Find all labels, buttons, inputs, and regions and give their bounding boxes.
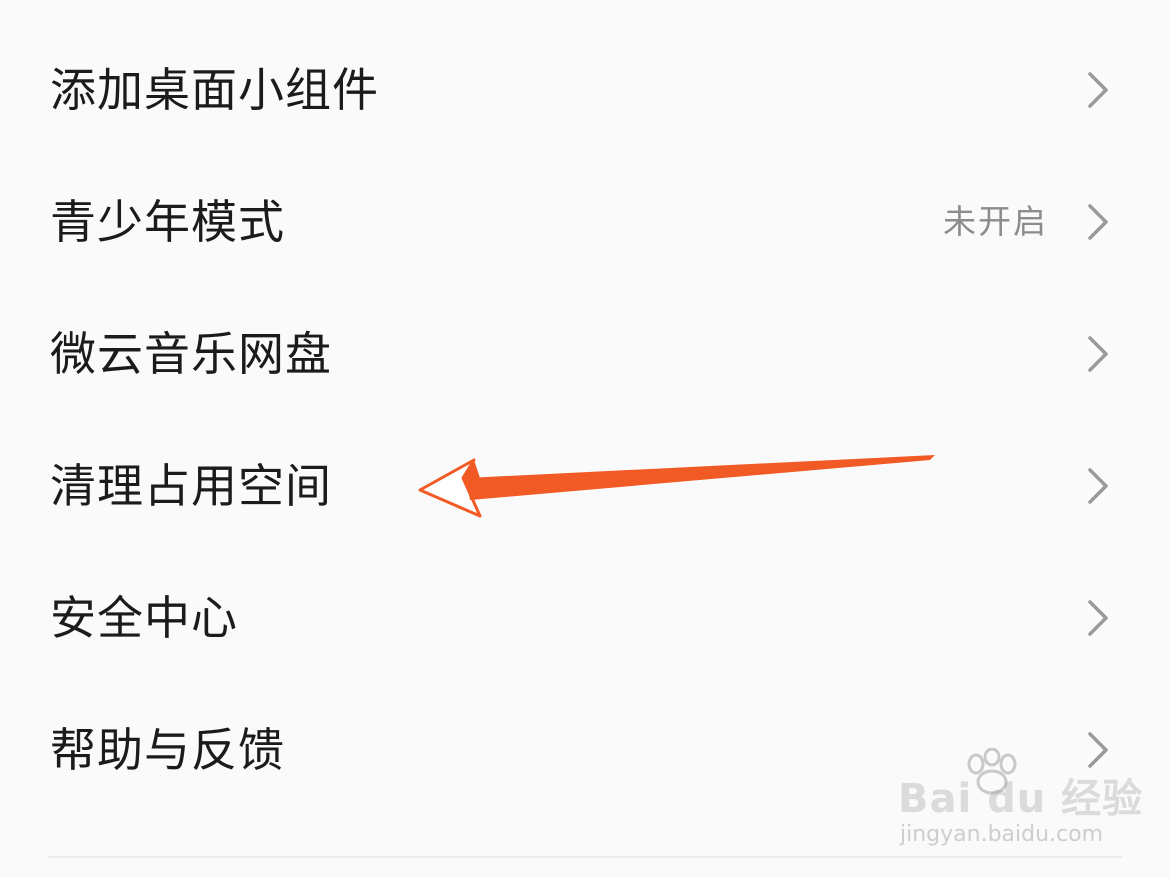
settings-item-security-center[interactable]: 安全中心 (0, 552, 1170, 684)
list-bottom-divider (48, 856, 1122, 858)
chevron-right-icon (1088, 468, 1108, 504)
settings-item-label: 安全中心 (50, 591, 238, 645)
settings-item-add-widget[interactable]: 添加桌面小组件 (0, 24, 1170, 156)
chevron-right-icon (1088, 600, 1108, 636)
settings-item-cloud-music-drive[interactable]: 微云音乐网盘 (0, 288, 1170, 420)
settings-item-label: 微云音乐网盘 (50, 327, 332, 381)
settings-list: 添加桌面小组件 青少年模式 未开启 微云音乐网盘 清理占用空间 安全中心 帮助与… (0, 0, 1170, 877)
settings-item-teen-mode[interactable]: 青少年模式 未开启 (0, 156, 1170, 288)
settings-item-label: 清理占用空间 (50, 459, 332, 513)
teen-mode-status: 未开启 (943, 202, 1048, 241)
settings-item-label: 帮助与反馈 (50, 723, 285, 777)
settings-item-label: 添加桌面小组件 (50, 63, 379, 117)
settings-item-label: 青少年模式 (50, 195, 285, 249)
settings-item-help-feedback[interactable]: 帮助与反馈 (0, 684, 1170, 816)
settings-item-clear-storage[interactable]: 清理占用空间 (0, 420, 1170, 552)
chevron-right-icon (1088, 732, 1108, 768)
chevron-right-icon (1088, 336, 1108, 372)
chevron-right-icon (1088, 204, 1108, 240)
chevron-right-icon (1088, 72, 1108, 108)
